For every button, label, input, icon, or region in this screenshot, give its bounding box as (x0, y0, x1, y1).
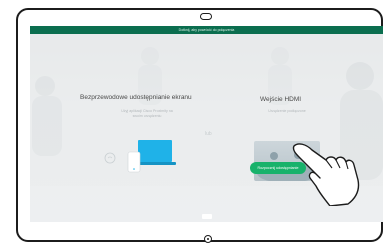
proximity-icon (104, 152, 116, 164)
bottom-drawer-handle[interactable] (202, 214, 212, 219)
hand-pointer-icon (292, 143, 360, 206)
wireless-share-subtitle: Użyj aplikacji Cisco Proximity na swoim … (110, 109, 184, 119)
return-to-call-banner[interactable]: Dotknij, aby powrócić do połączenia (30, 26, 383, 34)
hdmi-input-subtitle: Urządzenie podłączone (268, 109, 306, 113)
camera-icon (200, 13, 212, 20)
laptop-icon (104, 140, 176, 173)
divider-text: lub (205, 131, 212, 137)
home-button[interactable] (204, 235, 212, 243)
hdmi-input-title: Wejście HDMI (260, 96, 302, 103)
wireless-share-title: Bezprzewodowe udostępnianie ekranu (80, 94, 192, 101)
wireless-subtitle-line-2: swoim urządzeniu (132, 114, 162, 118)
phone-icon (127, 151, 141, 173)
